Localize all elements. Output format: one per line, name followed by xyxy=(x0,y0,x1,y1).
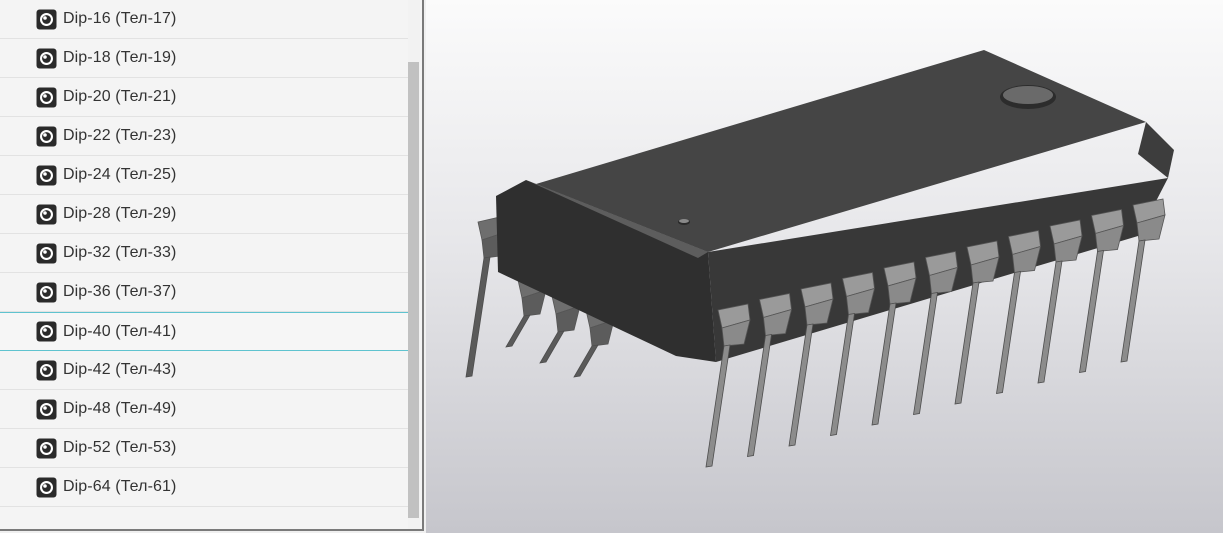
tree-item-label: Dip-36 (Тел-37) xyxy=(63,283,177,300)
tree-item[interactable]: Dip-24 (Тел-25) xyxy=(0,156,409,195)
tree-item[interactable]: Dip-42 (Тел-43) xyxy=(0,351,409,390)
solid-body-icon xyxy=(36,204,57,225)
chip-end-face xyxy=(1138,122,1174,178)
solid-body-icon xyxy=(36,282,57,303)
tree-item-label: Dip-42 (Тел-43) xyxy=(63,361,177,378)
tree-item[interactable]: Dip-52 (Тел-53) xyxy=(0,429,409,468)
tree-item[interactable]: Dip-36 (Тел-37) xyxy=(0,273,409,312)
tree-item[interactable]: Dip-18 (Тел-19) xyxy=(0,39,409,78)
tree-item-label: Dip-32 (Тел-33) xyxy=(63,244,177,261)
tree-item-label: Dip-48 (Тел-49) xyxy=(63,400,177,417)
tree-item-selected[interactable]: Dip-40 (Тел-41) xyxy=(0,312,409,351)
chip-body xyxy=(496,50,1174,362)
model-tree-panel: Dip-16 (Тел-17) Dip-18 (Тел-19) Dip-20 (… xyxy=(0,0,424,531)
model-tree-list: Dip-16 (Тел-17) Dip-18 (Тел-19) Dip-20 (… xyxy=(0,0,409,507)
tree-item-label: Dip-18 (Тел-19) xyxy=(63,49,177,66)
solid-body-icon xyxy=(36,360,57,381)
tree-item-label: Dip-16 (Тел-17) xyxy=(63,10,177,27)
tree-item-label: Dip-52 (Тел-53) xyxy=(63,439,177,456)
solid-body-icon xyxy=(36,477,57,498)
vertical-scrollbar[interactable] xyxy=(408,0,420,529)
tree-item-label: Dip-40 (Тел-41) xyxy=(63,322,177,340)
solid-body-icon xyxy=(36,321,57,342)
tree-item[interactable]: Dip-20 (Тел-21) xyxy=(0,78,409,117)
solid-body-icon xyxy=(36,87,57,108)
scrollbar-thumb[interactable] xyxy=(408,62,419,518)
tree-item[interactable]: Dip-64 (Тел-61) xyxy=(0,468,409,507)
tree-item[interactable]: Dip-22 (Тел-23) xyxy=(0,117,409,156)
solid-body-icon xyxy=(36,9,57,30)
tree-item-label: Dip-24 (Тел-25) xyxy=(63,166,177,183)
solid-body-icon xyxy=(36,126,57,147)
tree-item-label: Dip-20 (Тел-21) xyxy=(63,88,177,105)
tree-item-label: Dip-64 (Тел-61) xyxy=(63,478,177,495)
tree-item-label: Dip-28 (Тел-29) xyxy=(63,205,177,222)
solid-body-icon xyxy=(36,438,57,459)
solid-body-icon xyxy=(36,165,57,186)
solid-body-icon xyxy=(36,48,57,69)
tree-item[interactable]: Dip-28 (Тел-29) xyxy=(0,195,409,234)
solid-body-icon xyxy=(36,399,57,420)
dip-chip-model xyxy=(465,50,1174,468)
3d-viewport[interactable] xyxy=(426,0,1223,533)
solid-body-icon xyxy=(36,243,57,264)
tree-item[interactable]: Dip-32 (Тел-33) xyxy=(0,234,409,273)
tree-item-label: Dip-22 (Тел-23) xyxy=(63,127,177,144)
tree-item[interactable]: Dip-48 (Тел-49) xyxy=(0,390,409,429)
tree-item[interactable]: Dip-16 (Тел-17) xyxy=(0,0,409,39)
